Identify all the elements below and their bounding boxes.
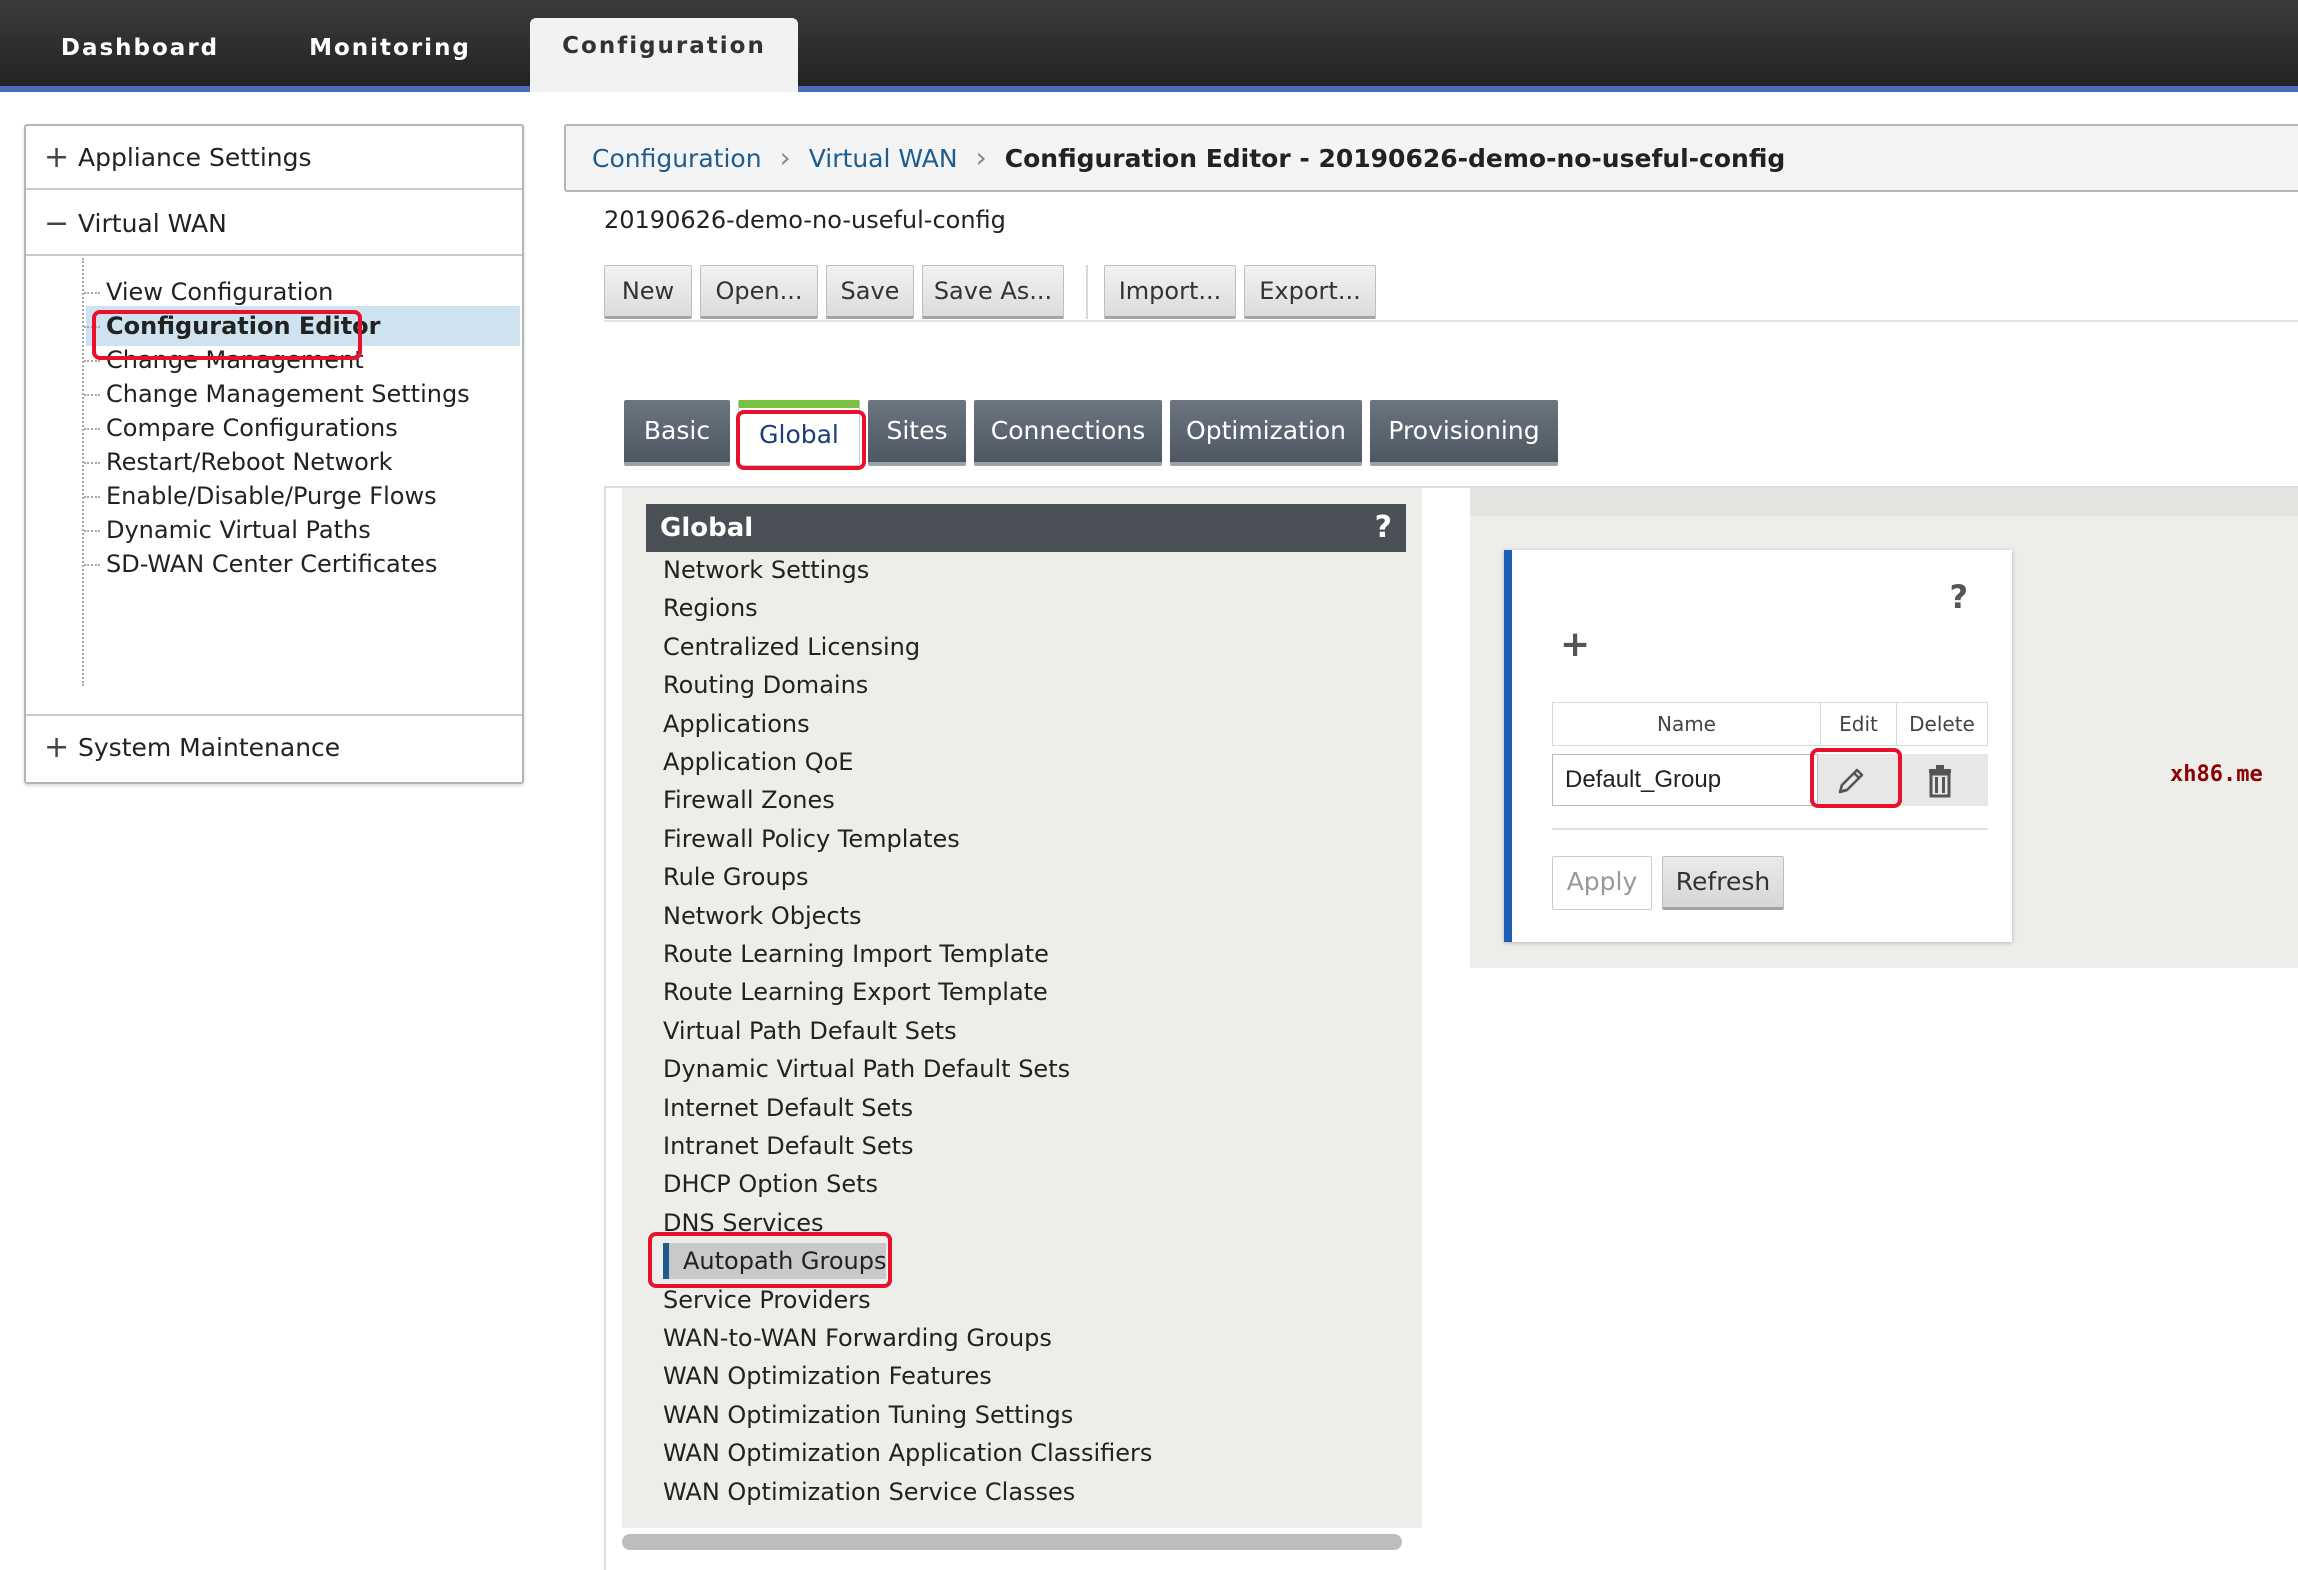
open-button[interactable]: Open... — [700, 265, 818, 319]
global-list-item[interactable]: Network Settings — [663, 552, 869, 588]
tab-connections[interactable]: Connections — [974, 400, 1162, 466]
global-list-item[interactable]: Firewall Zones — [663, 782, 835, 818]
expand-icon: + — [44, 730, 70, 765]
global-list-item[interactable]: Virtual Path Default Sets — [663, 1013, 957, 1049]
global-list-item[interactable]: DNS Services — [663, 1205, 824, 1241]
toolbar-divider — [1086, 265, 1088, 319]
apply-button[interactable]: Apply — [1552, 856, 1652, 910]
global-list-item[interactable]: Route Learning Import Template — [663, 936, 1049, 972]
global-list-item[interactable]: Autopath Groups — [663, 1243, 887, 1279]
help-icon[interactable]: ? — [1375, 504, 1392, 552]
sidebar-section-virtual-wan[interactable]: − Virtual WAN — [26, 192, 522, 256]
import-button[interactable]: Import... — [1104, 265, 1236, 319]
breadcrumb-virtual-wan[interactable]: Virtual WAN — [809, 144, 958, 173]
sidebar-section-appliance-settings[interactable]: + Appliance Settings — [26, 126, 522, 190]
global-list-item[interactable]: Application QoE — [663, 744, 853, 780]
expand-icon: + — [44, 140, 70, 175]
autopath-groups-card: ? + Name Edit Delete Default_Group Apply… — [1504, 550, 2012, 942]
horizontal-scrollbar[interactable] — [622, 1534, 1402, 1550]
pencil-icon[interactable] — [1828, 760, 1872, 800]
save-button[interactable]: Save — [826, 265, 914, 319]
save-as-button[interactable]: Save As... — [922, 265, 1064, 319]
sidebar-section-label: Appliance Settings — [78, 143, 312, 172]
export-button[interactable]: Export... — [1244, 265, 1376, 319]
sidebar-section-system-maintenance[interactable]: + System Maintenance — [26, 716, 522, 780]
tab-provisioning[interactable]: Provisioning — [1370, 400, 1558, 466]
help-icon[interactable]: ? — [1949, 578, 1968, 616]
refresh-button[interactable]: Refresh — [1662, 856, 1784, 910]
collapse-icon: − — [44, 206, 70, 241]
column-header-name: Name — [1553, 703, 1821, 745]
tree-connector — [82, 258, 84, 686]
global-list-item[interactable]: WAN Optimization Service Classes — [663, 1474, 1075, 1510]
sidebar-item-sd-wan-center-certificates[interactable]: SD-WAN Center Certificates — [84, 544, 520, 584]
table-divider — [1552, 828, 1988, 830]
global-list-item[interactable]: Network Objects — [663, 898, 862, 934]
global-list-item[interactable]: Route Learning Export Template — [663, 974, 1048, 1010]
tab-sites[interactable]: Sites — [868, 400, 966, 466]
watermark: xh86.me — [2170, 762, 2263, 787]
tab-global[interactable]: Global — [738, 400, 860, 466]
breadcrumb-current: Configuration Editor - 20190626-demo-no-… — [1004, 144, 1786, 173]
sidebar-section-label: Virtual WAN — [78, 209, 227, 238]
column-header-delete: Delete — [1909, 712, 1975, 736]
chevron-right-icon: › — [779, 141, 791, 174]
global-list-item[interactable]: WAN Optimization Tuning Settings — [663, 1397, 1073, 1433]
nav-tab-monitoring[interactable]: Monitoring — [290, 20, 490, 86]
table-row — [1552, 754, 1988, 806]
column-header-edit: Edit — [1821, 703, 1897, 745]
global-list-title: Global — [660, 513, 754, 543]
toolbar-divider-line — [604, 320, 2298, 322]
global-list-item[interactable]: Routing Domains — [663, 667, 868, 703]
tab-basic[interactable]: Basic — [624, 400, 730, 466]
global-list-item[interactable]: Dynamic Virtual Path Default Sets — [663, 1051, 1070, 1087]
breadcrumb: Configuration › Virtual WAN › Configuration … — [564, 124, 2298, 192]
breadcrumb-configuration[interactable]: Configuration — [592, 144, 762, 173]
sidebar-section-label: System Maintenance — [78, 733, 341, 762]
global-list-item[interactable]: Internet Default Sets — [663, 1090, 913, 1126]
global-list-item[interactable]: DHCP Option Sets — [663, 1166, 878, 1202]
new-button[interactable]: New — [604, 265, 692, 319]
nav-tab-dashboard[interactable]: Dashboard — [40, 20, 240, 86]
global-list-item[interactable]: WAN Optimization Features — [663, 1358, 992, 1394]
global-list-item[interactable]: WAN-to-WAN Forwarding Groups — [663, 1320, 1052, 1356]
config-name-label: 20190626-demo-no-useful-config — [604, 206, 1006, 234]
detail-header-strip — [1470, 488, 2298, 516]
global-list-item[interactable]: WAN Optimization Application Classifiers — [663, 1435, 1152, 1471]
global-list-item[interactable]: Service Providers — [663, 1282, 871, 1318]
global-list-header: Global ? — [646, 504, 1406, 552]
global-list-item[interactable]: Centralized Licensing — [663, 629, 920, 665]
add-icon[interactable]: + — [1560, 624, 1590, 665]
trash-icon[interactable] — [1920, 760, 1960, 800]
top-nav-bar: Dashboard Monitoring Configuration — [0, 0, 2298, 92]
global-list-item[interactable]: Intranet Default Sets — [663, 1128, 914, 1164]
global-list-item[interactable]: Regions — [663, 590, 758, 626]
global-list-item[interactable]: Firewall Policy Templates — [663, 821, 960, 857]
left-sidebar: + Appliance Settings − Virtual WAN View … — [24, 124, 524, 784]
chevron-right-icon: › — [975, 141, 987, 174]
global-list-item[interactable]: Rule Groups — [663, 859, 808, 895]
global-list-item[interactable]: Applications — [663, 706, 810, 742]
nav-tab-configuration[interactable]: Configuration — [530, 18, 798, 92]
table-header: Name Edit Delete — [1552, 702, 1988, 746]
virtual-wan-tree: View Configuration Configuration Editor … — [26, 258, 522, 716]
tab-optimization[interactable]: Optimization — [1170, 400, 1362, 466]
group-name-input[interactable] — [1552, 754, 1818, 806]
